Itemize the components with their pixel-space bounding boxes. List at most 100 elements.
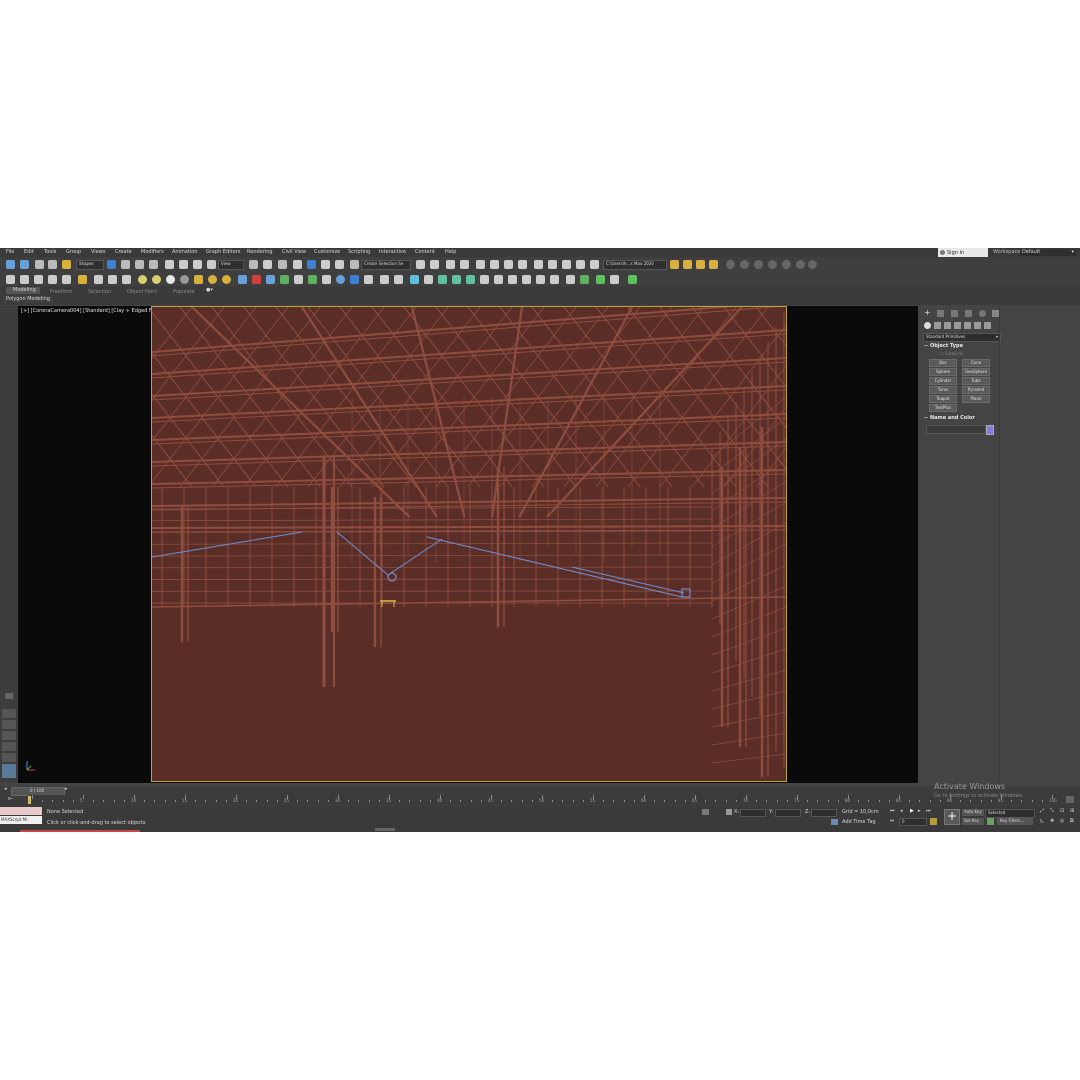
tool-icon[interactable] (238, 275, 247, 284)
gear-icon[interactable] (808, 260, 817, 269)
menu-group[interactable]: Group (66, 250, 81, 255)
move-icon[interactable] (165, 260, 174, 269)
maxscript-listener[interactable] (0, 807, 42, 815)
isolate-selection-icon[interactable] (702, 809, 709, 815)
bind-space-warp-icon[interactable] (62, 260, 71, 269)
layout-tab[interactable] (2, 753, 16, 762)
geosphere-button[interactable]: GeoSphere (962, 368, 990, 376)
ribbon-panel-polygon-modeling[interactable]: Polygon Modeling (3, 296, 53, 303)
chevron-left-icon[interactable]: ◂ (4, 787, 7, 792)
chevron-down-icon[interactable] (628, 275, 637, 284)
tool-icon[interactable] (480, 275, 489, 284)
tool-icon[interactable] (580, 275, 589, 284)
layout-tab-active[interactable] (2, 764, 16, 778)
object-type-rollout[interactable]: − Object Type (924, 344, 963, 349)
maxscript-mini-listener[interactable]: MAXScript Mi: (0, 816, 42, 824)
helpers-icon[interactable] (964, 322, 971, 329)
display-tab-icon[interactable] (979, 310, 986, 317)
tool-icon[interactable] (266, 275, 275, 284)
gear-icon[interactable] (782, 260, 791, 269)
angle-snap-icon[interactable] (307, 260, 316, 269)
play-icon[interactable]: ▶ (910, 809, 914, 814)
project-folder-dropdown[interactable]: C:\Users\h...x Max 2020 (603, 260, 667, 270)
tool-icon[interactable] (336, 275, 345, 284)
menu-file[interactable]: File (6, 250, 14, 255)
current-frame-input[interactable]: 0 (899, 818, 927, 826)
geometry-icon[interactable] (924, 322, 931, 329)
layout-tab[interactable] (2, 709, 16, 718)
select-object-icon[interactable] (107, 260, 116, 269)
tool-icon[interactable] (438, 275, 447, 284)
tool-icon[interactable] (452, 275, 461, 284)
textplus-button[interactable]: TextPlus (929, 404, 957, 412)
material-sphere-icon[interactable] (180, 275, 189, 284)
tool-icon[interactable] (280, 275, 289, 284)
tube-button[interactable]: Tube (962, 377, 990, 385)
autogrid-checkbox[interactable]: ☐ AutoGrid (940, 352, 963, 356)
key-tangent-icon[interactable] (987, 818, 994, 825)
gear-icon[interactable] (740, 260, 749, 269)
expand-icon[interactable] (5, 693, 13, 699)
workspace-dropdown[interactable]: Default ▾ (1020, 249, 1076, 256)
toggle-ribbon-icon[interactable] (476, 260, 485, 269)
gear-icon[interactable] (768, 260, 777, 269)
tool-icon[interactable] (522, 275, 531, 284)
sign-in-button[interactable]: Sign In (938, 248, 988, 257)
x-coordinate-input[interactable] (740, 809, 766, 817)
zoom-extents-all-icon[interactable]: ⊞ (1070, 809, 1074, 814)
tab-modeling[interactable]: Modeling (6, 287, 40, 294)
selection-filter-dropdown[interactable]: Shapes (76, 260, 104, 270)
helper-icon[interactable] (48, 275, 57, 284)
folder-icon[interactable] (696, 260, 705, 269)
lights-icon[interactable] (944, 322, 951, 329)
spacewarp-icon[interactable] (62, 275, 71, 284)
gear-icon[interactable] (726, 260, 735, 269)
camera-safe-frame[interactable] (151, 306, 787, 782)
keyboard-shortcut-toggle-icon[interactable] (278, 260, 287, 269)
tool-icon[interactable] (424, 275, 433, 284)
key-mode-toggle-icon[interactable]: ⏯ (890, 819, 894, 824)
add-time-tag-button[interactable]: Add Time Tag (842, 820, 876, 825)
create-tab-icon[interactable]: + (924, 309, 931, 317)
tool-icon[interactable] (380, 275, 389, 284)
tool-icon[interactable] (122, 275, 131, 284)
placement-icon[interactable] (207, 260, 216, 269)
render-setup-icon[interactable] (534, 260, 543, 269)
menu-civil-view[interactable]: Civil View (282, 250, 306, 255)
go-to-end-icon[interactable]: ⏭ (926, 809, 931, 814)
render-in-cloud-icon[interactable] (576, 260, 585, 269)
material-sphere-icon[interactable] (152, 275, 161, 284)
edit-named-selection-icon[interactable] (350, 260, 359, 269)
menu-modifiers[interactable]: Modifiers (141, 250, 164, 255)
sphere-button[interactable]: Sphere (929, 368, 957, 376)
torus-button[interactable]: Torus (929, 386, 957, 394)
schematic-view-icon[interactable] (504, 260, 513, 269)
menu-interactive[interactable]: Interactive (379, 250, 406, 255)
name-color-rollout[interactable]: − Name and Color (924, 416, 975, 421)
modify-tab-icon[interactable] (937, 310, 944, 317)
folder-icon[interactable] (683, 260, 692, 269)
tool-icon[interactable] (566, 275, 575, 284)
status-scroll-handle[interactable] (375, 828, 395, 831)
menu-edit[interactable]: Edit (24, 250, 34, 255)
a360-gallery-icon[interactable] (590, 260, 599, 269)
layout-tab[interactable] (2, 720, 16, 729)
tab-object-paint[interactable]: Object Paint (127, 289, 157, 295)
key-set-dropdown[interactable]: Selected (985, 809, 1035, 818)
scale-icon[interactable] (193, 260, 202, 269)
rectangular-selection-icon[interactable] (135, 260, 144, 269)
motion-tab-icon[interactable] (965, 310, 972, 317)
menu-create[interactable]: Create (115, 250, 132, 255)
redo-icon[interactable] (20, 260, 29, 269)
link-icon[interactable] (35, 260, 44, 269)
curve-editor-icon[interactable] (490, 260, 499, 269)
light-bulb-icon[interactable] (410, 275, 419, 284)
shapes-icon[interactable] (934, 322, 941, 329)
material-editor-icon[interactable] (518, 260, 527, 269)
tool-icon[interactable] (550, 275, 559, 284)
zoom-icon[interactable]: ⤢ (1040, 809, 1044, 814)
object-color-swatch[interactable] (986, 425, 994, 435)
next-frame-icon[interactable]: ▸ (918, 809, 921, 814)
teapot-button[interactable]: Teapot (929, 395, 957, 403)
render-icon[interactable] (208, 275, 217, 284)
